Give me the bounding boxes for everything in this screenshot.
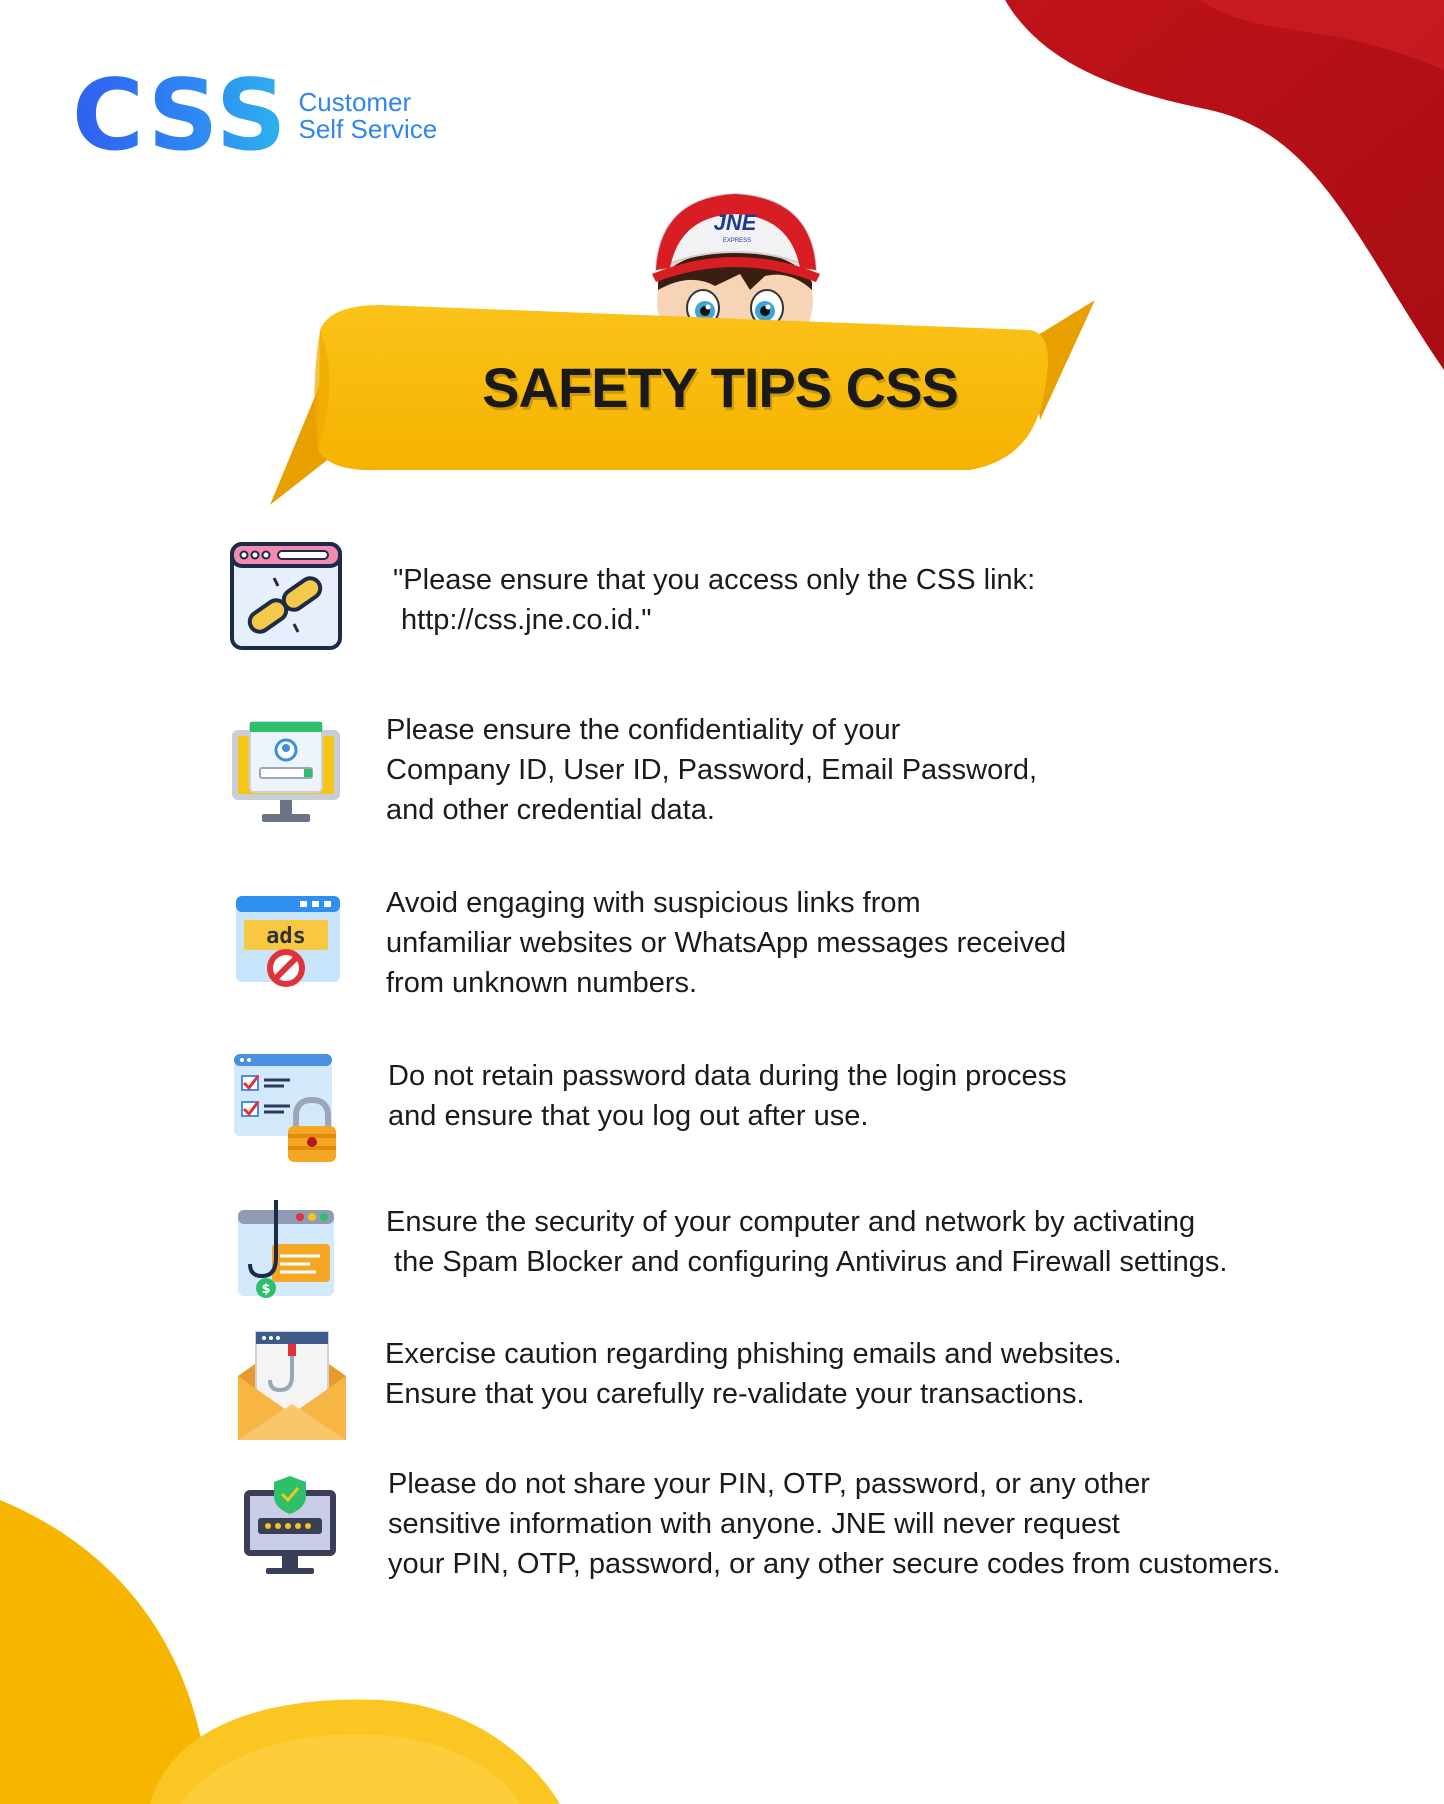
svg-text:ads: ads: [266, 924, 306, 949]
blocked-ads-icon: ads: [236, 896, 340, 987]
tip-3-text: Avoid engaging with suspicious links fro…: [386, 887, 1067, 999]
logo-subtitle: Customer Self Service: [299, 89, 438, 143]
tip-2-text: Please ensure the confidentiality of you…: [386, 714, 1038, 826]
phishing-hook-icon: $: [238, 1200, 334, 1298]
checklist-lock-icon: [234, 1054, 336, 1162]
secure-monitor-icon: [244, 1476, 336, 1574]
login-monitor-icon: [232, 721, 340, 822]
page-title: SAFETY TIPS CSS: [482, 356, 959, 419]
phishing-email-icon: [238, 1331, 346, 1440]
logo-subtitle-line2: Self Service: [298, 114, 438, 144]
tip-1-text: "Please ensure that you access only the …: [393, 564, 1036, 636]
mascot-cap-subtext: EXPRESS: [723, 238, 751, 244]
logo-subtitle-line1: Customer: [298, 87, 412, 117]
svg-text:$: $: [261, 1282, 270, 1297]
logo-mark: CSS: [72, 59, 289, 173]
tip-4-text: Do not retain password data during the l…: [388, 1060, 1067, 1132]
broken-link-icon: [230, 542, 342, 650]
tip-5-text: Ensure the security of your computer and…: [386, 1206, 1228, 1278]
mascot-cap-text: JNE: [714, 210, 758, 235]
css-logo: CSS Customer Self Service: [72, 66, 437, 166]
tip-6-text: Exercise caution regarding phishing emai…: [385, 1338, 1122, 1410]
tip-7-text: Please do not share your PIN, OTP, passw…: [388, 1468, 1281, 1580]
